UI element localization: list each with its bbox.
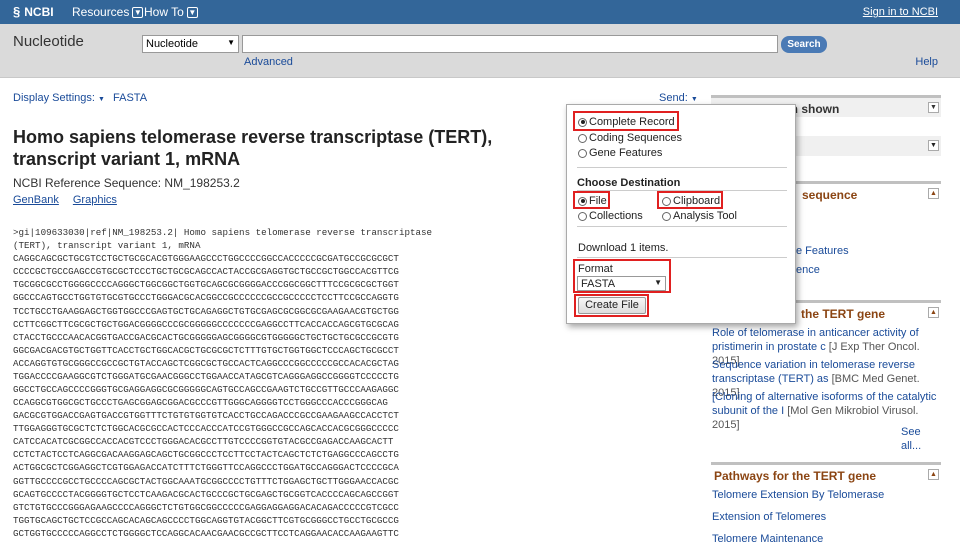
help-link[interactable]: Help <box>915 56 938 68</box>
chevron-down-icon[interactable]: ▼ <box>928 140 939 151</box>
option-label: Gene Features <box>589 147 663 159</box>
ncbi-logo-icon: § <box>13 4 21 19</box>
chevron-down-icon: ▼ <box>690 96 698 103</box>
sign-in-link[interactable]: Sign in to NCBI <box>863 6 938 18</box>
display-settings[interactable]: Display Settings: ▼ FASTA <box>13 92 147 104</box>
radio-icon[interactable] <box>578 133 587 143</box>
search-input[interactable] <box>242 35 778 53</box>
radio-icon[interactable] <box>578 148 587 158</box>
howto-label: How To <box>144 5 184 19</box>
search-button[interactable]: Search <box>781 36 827 53</box>
sequence-line: ACTGGCGCTCGGAGGCTCGTGGAGACCATCTTTCTGGGTT… <box>13 462 399 474</box>
advanced-search-link[interactable]: Advanced <box>244 56 293 68</box>
sequence-line: CATCCACATCGCGGCCACCACGTCCCTGGGACACGCCTTG… <box>13 436 394 448</box>
pathways-label: Pathways for the TERT gene <box>714 469 877 483</box>
destination-collections-option[interactable]: Collections <box>578 210 643 222</box>
pathway-link[interactable]: Extension of Telomeres <box>712 510 826 524</box>
sequence-line: GGCGACGACGTGCTGGTTCACCTGCTGGCACGCTGCGCGC… <box>13 344 399 356</box>
chevron-down-icon: ▼ <box>98 96 105 103</box>
send-label: Send: <box>659 92 688 104</box>
search-bar: Nucleotide Nucleotide ▼ Search Advanced … <box>0 24 960 78</box>
radio-icon[interactable] <box>662 211 671 221</box>
coding-sequences-option[interactable]: Coding Sequences <box>578 132 682 144</box>
sequence-line: GCTGGTGCCCCCAGGCCTCTGGGGCTCCAGGCACAACGAA… <box>13 527 399 539</box>
destination-header: Choose Destination <box>577 177 681 189</box>
sequence-line: TTGGAGGGTGCGCTCTCTGGCACGCGCCACTCCCACCCAT… <box>13 423 399 435</box>
display-settings-label: Display Settings: <box>13 92 95 104</box>
highlight-box <box>573 111 679 131</box>
sequence-line: GGTTGCCCCGCCTGCCCCAGCGCTACTGGCAAATGCGGCC… <box>13 475 399 487</box>
sequence-line: GACGCGTGGACCGAGTGACCGTGGTTTCTGTGTGGTGTCA… <box>13 410 399 422</box>
resources-label: Resources <box>72 5 130 19</box>
send-menu[interactable]: Send: ▼ <box>659 92 698 104</box>
sequence-line: CCAGGCGTGGCGCTGCCCTGAGCGGAGCGGACGCCCGTTG… <box>13 397 388 409</box>
chevron-up-icon[interactable]: ▲ <box>928 469 939 480</box>
refseq-id: NCBI Reference Sequence: NM_198253.2 <box>13 176 240 190</box>
pathways-box: Pathways for the TERT gene ▲ <box>711 462 941 486</box>
ncbi-logo-text: NCBI <box>24 4 54 19</box>
option-label: Collections <box>589 210 643 222</box>
sequence-line: GCAGTGCCCCTACGGGGTGCTCCTCAAGACGCACTGCCCG… <box>13 488 399 500</box>
analyze-sequence-label: sequence <box>802 188 858 202</box>
see-all-link[interactable]: See all... <box>901 425 941 453</box>
gene-features-option[interactable]: Gene Features <box>578 147 662 159</box>
divider <box>577 226 787 227</box>
genbank-link[interactable]: GenBank <box>13 194 59 206</box>
highlight-box <box>573 191 610 209</box>
database-select[interactable]: Nucleotide ▼ <box>142 35 239 53</box>
display-format-value: FASTA <box>113 92 148 104</box>
chevron-down-icon[interactable]: ▼ <box>928 102 939 113</box>
chevron-up-icon[interactable]: ▲ <box>928 307 939 318</box>
sequence-line: GTCTGTGCCCGGGAGAAGCCCCAGGGCTCTGTGGCGGCCC… <box>13 501 399 513</box>
divider <box>577 257 787 258</box>
option-label: Coding Sequences <box>589 132 682 144</box>
sequence-line: CTACCTGCCCAACACGGTGACCGACGCACTGCGGGGGAGC… <box>13 331 399 343</box>
chevron-down-icon: ▼ <box>186 6 198 18</box>
record-title: Homo sapiens telomerase reverse transcri… <box>13 127 493 169</box>
sequence-line: CCTCTACTCCTCAGGCGACAAGGAGCAGCTGCGGCCCTCC… <box>13 449 399 461</box>
chevron-down-icon: ▼ <box>132 6 144 18</box>
view-links: GenBank Graphics <box>13 194 117 206</box>
option-label: Analysis Tool <box>673 210 737 222</box>
database-title: Nucleotide <box>13 33 84 50</box>
send-to-popup: Complete Record Coding Sequences Gene Fe… <box>566 104 796 324</box>
highlight-box <box>573 259 671 293</box>
ncbi-logo[interactable]: § NCBI <box>13 4 54 19</box>
features-link[interactable]: e Features <box>796 244 849 258</box>
howto-menu[interactable]: How To ▼ <box>144 5 198 19</box>
sequence-line: ACCAGGTGTGCGGGCCGCCGCTGTACCAGCTCGGCGCTGC… <box>13 357 399 369</box>
pathways-header: Pathways for the TERT gene ▲ <box>711 465 941 487</box>
pathway-link[interactable]: Telomere Extension By Telomerase <box>712 488 884 502</box>
radio-icon[interactable] <box>578 211 587 221</box>
graphics-link[interactable]: Graphics <box>73 194 117 206</box>
download-count-text: Download 1 items. <box>578 242 669 254</box>
sequence-line: TGGACCCCGAAGGCGTCTGGGATGCGAACGGGCCTGGAAC… <box>13 370 399 382</box>
highlight-box <box>574 294 649 317</box>
pathway-link[interactable]: Telomere Maintenance <box>712 532 823 546</box>
reference-link[interactable]: ence <box>796 263 820 277</box>
database-select-value: Nucleotide <box>146 38 198 50</box>
sequence-line: GGCCTGCCAGCCCCGGGTGCGAGGAGGCGCGGGGGCAGTG… <box>13 384 399 396</box>
highlight-box <box>657 191 723 209</box>
chevron-up-icon[interactable]: ▲ <box>928 188 939 199</box>
chevron-down-icon: ▼ <box>227 38 235 47</box>
top-bar: § NCBI Resources ▼ How To ▼ Sign in to N… <box>0 0 960 24</box>
articles-label: the TERT gene <box>801 307 886 321</box>
resources-menu[interactable]: Resources ▼ <box>72 5 144 19</box>
sequence-line: TGGTGCAGCTGCTCCGCCAGCACAGCAGCCCCTGGCAGGT… <box>13 514 399 526</box>
destination-analysis-option[interactable]: Analysis Tool <box>662 210 737 222</box>
divider <box>577 167 787 168</box>
